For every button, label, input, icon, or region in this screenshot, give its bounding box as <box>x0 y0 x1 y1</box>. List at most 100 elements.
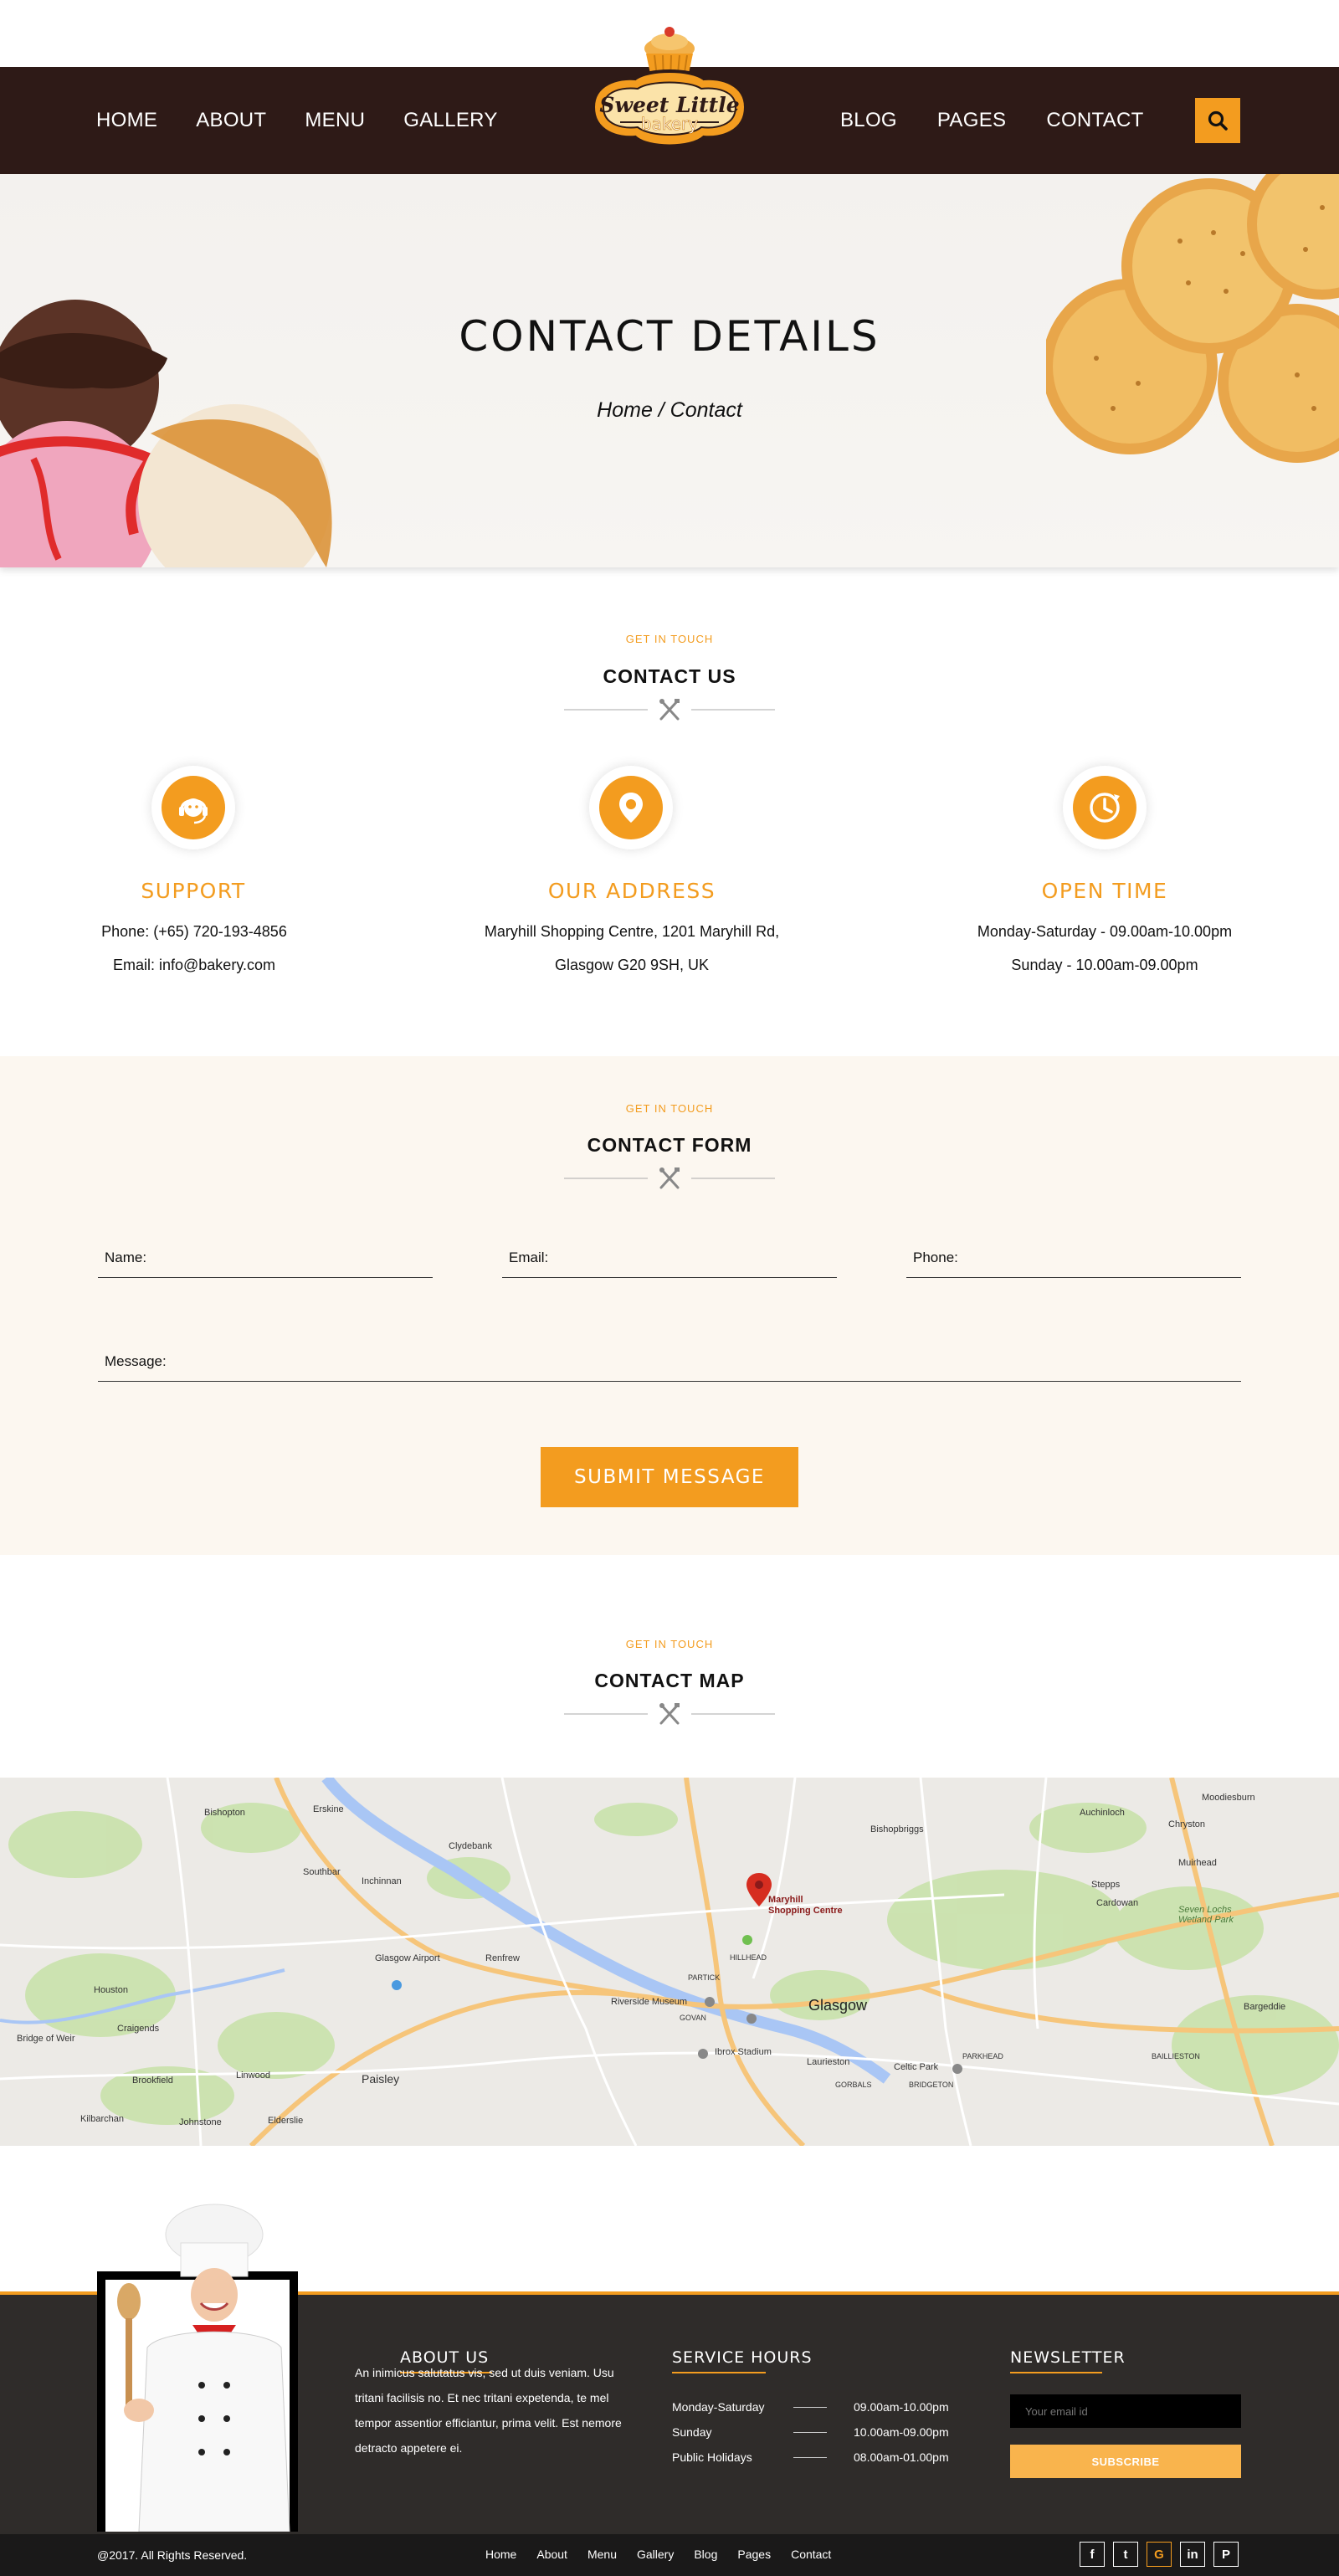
open-time-heading: OPEN TIME <box>1041 879 1168 903</box>
map-label: Kilbarchan <box>80 2114 124 2124</box>
hours-dash <box>793 2425 827 2433</box>
copyright-text: @2017. All Rights Reserved. <box>97 2548 248 2562</box>
map-label: Seven Lochs Wetland Park <box>1178 1905 1234 1925</box>
nav-home[interactable]: HOME <box>96 109 157 132</box>
support-phone[interactable]: Phone: (+65) 720-193-4856 <box>0 923 412 941</box>
google-map[interactable]: Maryhill Shopping Centre Bishopton Erski… <box>0 1778 1339 2146</box>
footer-links: Home About Menu Gallery Blog Pages Conta… <box>485 2548 851 2561</box>
twitter-icon[interactable]: t <box>1113 2542 1138 2567</box>
nav-gallery[interactable]: GALLERY <box>403 109 497 132</box>
map-pin-label-2: Shopping Centre <box>768 1906 843 1916</box>
nav-pages[interactable]: PAGES <box>937 109 1006 132</box>
page-title: CONTACT DETAILS <box>459 312 880 361</box>
clock-icon <box>1090 793 1120 823</box>
email-field[interactable]: Email: <box>502 1241 837 1278</box>
contact-map-title: CONTACT MAP <box>594 1670 745 1691</box>
name-field-label: Name: <box>105 1250 147 1265</box>
map-label: Linwood <box>236 2071 270 2081</box>
contact-form-kicker: GET IN TOUCH <box>625 1102 714 1115</box>
map-label: BRIDGETON <box>909 2081 954 2089</box>
submit-message-button[interactable]: SUBMIT MESSAGE <box>541 1447 798 1507</box>
footer-link-blog[interactable]: Blog <box>694 2548 717 2561</box>
facebook-icon[interactable]: f <box>1080 2542 1105 2567</box>
hours-day: Sunday <box>672 2425 712 2439</box>
message-field[interactable]: Message: <box>98 1345 1241 1382</box>
footer-newsletter-heading: NEWSLETTER <box>1010 2348 1126 2367</box>
message-field-label: Message: <box>105 1353 167 1369</box>
map-label: Southbar <box>303 1867 341 1877</box>
pinterest-icon[interactable]: P <box>1213 2542 1239 2567</box>
footer-hours-underline <box>672 2372 766 2373</box>
search-icon <box>1208 110 1228 131</box>
site-logo[interactable]: Sweet Little bakery <box>560 17 779 192</box>
contact-form-title: CONTACT FORM <box>587 1134 752 1156</box>
linkedin-icon[interactable]: in <box>1180 2542 1205 2567</box>
map-label: Cardowan <box>1096 1898 1139 1908</box>
map-label: Paisley <box>362 2072 400 2086</box>
address-heading: OUR ADDRESS <box>547 879 716 903</box>
support-heading: SUPPORT <box>141 879 246 903</box>
name-field[interactable]: Name: <box>98 1241 433 1278</box>
bottom-bar: @2017. All Rights Reserved. Home About M… <box>0 2534 1339 2576</box>
map-label: Bishopton <box>204 1808 245 1818</box>
support-email[interactable]: Email: info@bakery.com <box>0 957 412 974</box>
open-time-sunday: Sunday - 10.00am-09.00pm <box>1011 957 1198 973</box>
map-label: Houston <box>94 1985 128 1995</box>
phone-field-label: Phone: <box>913 1250 958 1265</box>
footer-link-home[interactable]: Home <box>485 2548 516 2561</box>
phone-field[interactable]: Phone: <box>906 1241 1241 1278</box>
footer-link-contact[interactable]: Contact <box>791 2548 831 2561</box>
footer-link-menu[interactable]: Menu <box>587 2548 617 2561</box>
nav-menu[interactable]: MENU <box>305 109 365 132</box>
map-label: Moodiesburn <box>1202 1793 1255 1803</box>
nav-about[interactable]: ABOUT <box>196 109 266 132</box>
footer-about-text: An inimicus salutatus vis, sed ut duis v… <box>355 2366 622 2455</box>
hours-dash <box>793 2450 827 2458</box>
email-field-label: Email: <box>509 1250 549 1265</box>
map-label: Ibrox Stadium <box>715 2047 772 2057</box>
hours-time: 10.00am-09.00pm <box>854 2425 949 2439</box>
map-label: Stepps <box>1091 1880 1121 1890</box>
contact-us-title: CONTACT US <box>603 665 736 687</box>
address-line-1: Maryhill Shopping Centre, 1201 Maryhill … <box>484 923 780 940</box>
footer-link-gallery[interactable]: Gallery <box>637 2548 674 2561</box>
map-label: Craigends <box>117 2024 160 2034</box>
subscribe-button[interactable]: SUBSCRIBE <box>1010 2445 1241 2478</box>
hours-day: Monday-Saturday <box>672 2400 765 2414</box>
map-label: HILLHEAD <box>730 1953 767 1962</box>
nav-contact[interactable]: CONTACT <box>1046 109 1143 132</box>
footer-link-about[interactable]: About <box>536 2548 567 2561</box>
open-time-icon-circle <box>1063 766 1147 849</box>
support-icon-circle <box>151 766 235 849</box>
nav-left-group: HOME ABOUT MENU GALLERY <box>96 67 536 174</box>
hours-day: Public Holidays <box>672 2450 752 2464</box>
map-label: GORBALS <box>835 2081 872 2089</box>
map-label: GOVAN <box>680 2014 706 2022</box>
logo-text-sub: bakery <box>641 114 698 134</box>
map-label: Bishopbriggs <box>870 1824 924 1835</box>
map-label: Bridge of Weir <box>17 2034 75 2044</box>
hours-time: 08.00am-01.00pm <box>854 2450 949 2464</box>
map-label: Chryston <box>1168 1819 1206 1829</box>
address-line-2: Glasgow G20 9SH, UK <box>554 957 710 973</box>
contact-map-kicker: GET IN TOUCH <box>625 1638 714 1650</box>
map-label: Muirhead <box>1178 1858 1217 1868</box>
google-plus-icon[interactable]: G <box>1147 2542 1172 2567</box>
chef-image <box>97 2204 298 2532</box>
hours-row: Sunday 10.00am-09.00pm <box>672 2425 949 2439</box>
newsletter-email-input[interactable] <box>1010 2394 1241 2428</box>
map-label-glasgow: Glasgow <box>808 1997 868 2014</box>
hours-row: Monday-Saturday 09.00am-10.00pm <box>672 2400 949 2414</box>
map-label: Brookfield <box>132 2076 173 2086</box>
footer-link-pages[interactable]: Pages <box>737 2548 771 2561</box>
footer-hours-heading: SERVICE HOURS <box>672 2348 813 2367</box>
social-links: f t G in P <box>1080 2542 1247 2567</box>
map-label: Laurieston <box>807 2057 850 2067</box>
breadcrumb[interactable]: Home / Contact <box>0 398 1339 423</box>
search-button[interactable] <box>1195 98 1240 143</box>
map-label: Erskine <box>313 1804 344 1814</box>
nav-blog[interactable]: BLOG <box>840 109 897 132</box>
map-pin-label-1: Maryhill <box>768 1895 803 1905</box>
map-label: PARTICK <box>688 1973 721 1982</box>
contact-us-kicker: GET IN TOUCH <box>625 633 714 645</box>
